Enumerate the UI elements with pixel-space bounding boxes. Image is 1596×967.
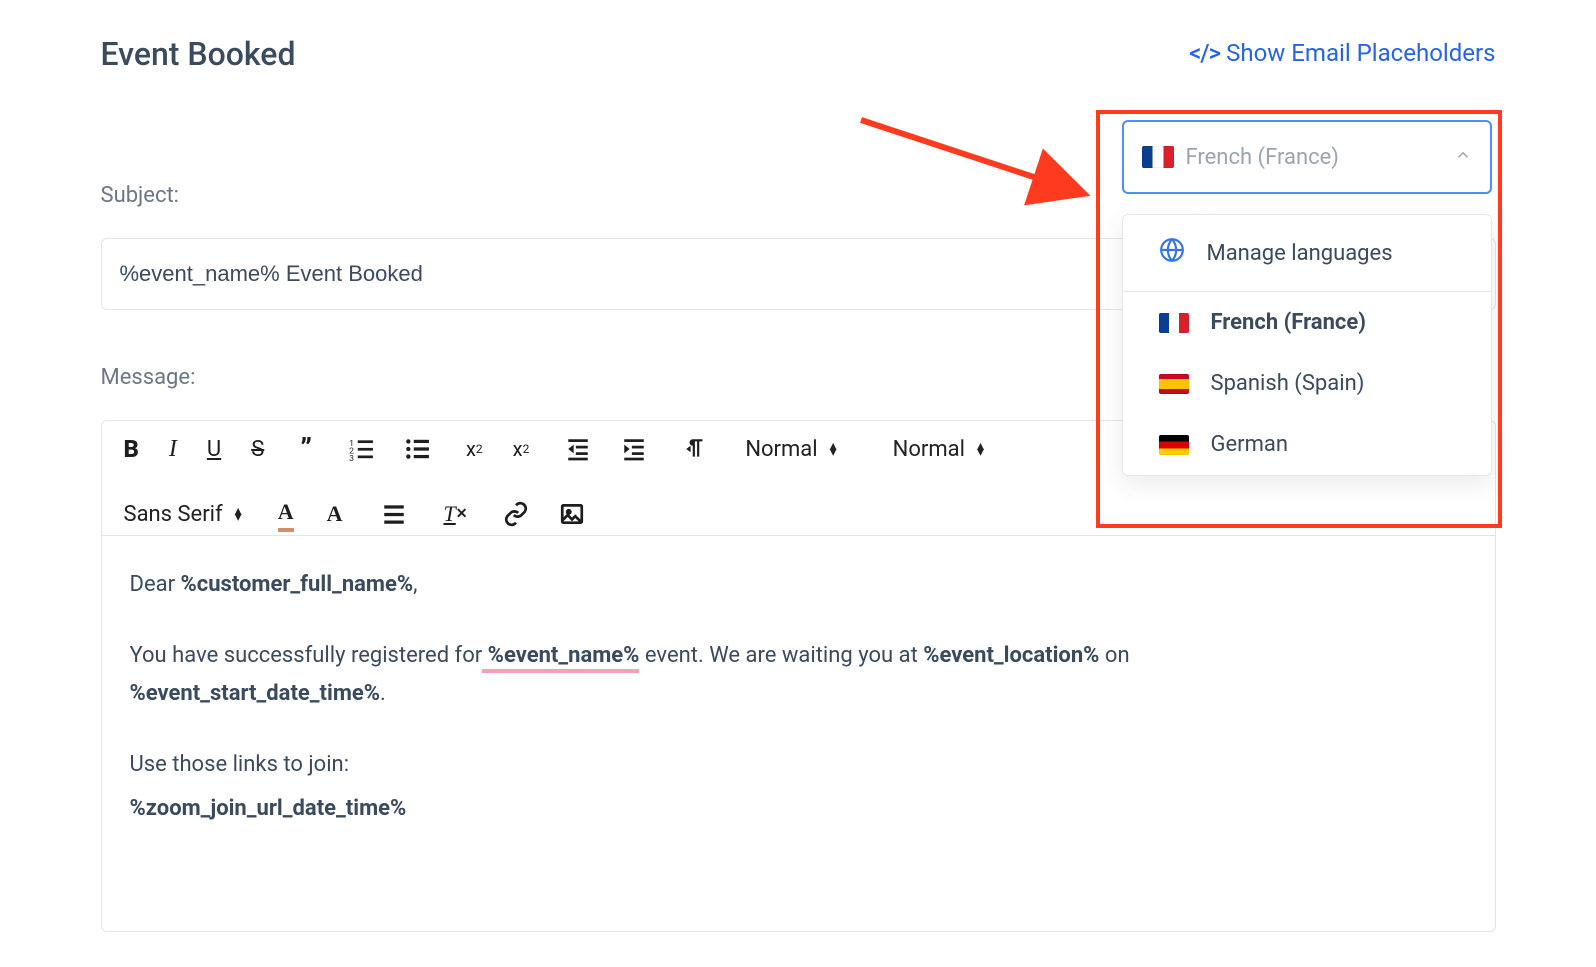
outdent-button[interactable] [565, 436, 591, 462]
clear-formatting-button[interactable]: T✕ [443, 501, 467, 527]
body-text: Use those links to join: [130, 746, 1467, 783]
chevron-up-icon [1454, 146, 1472, 168]
heading-select-label: Normal [745, 437, 817, 462]
ordered-list-button[interactable]: 123 [348, 436, 374, 462]
size-select-label: Normal [893, 437, 965, 462]
indent-button[interactable] [621, 436, 647, 462]
language-option-spanish[interactable]: Spanish (Spain) [1123, 353, 1491, 414]
language-option-german[interactable]: German [1123, 414, 1491, 475]
language-dropdown: Manage languages French (France) Spanish… [1122, 214, 1492, 476]
flag-es-icon [1159, 374, 1189, 394]
language-option-label: German [1211, 432, 1289, 457]
flag-fr-icon [1142, 146, 1174, 168]
font-family-label: Sans Serif [124, 502, 223, 527]
code-icon: </> [1189, 39, 1220, 67]
page-title: Event Booked [101, 35, 296, 73]
blockquote-button[interactable]: ” [300, 444, 312, 454]
heading-select[interactable]: Normal [745, 437, 836, 462]
align-button[interactable] [381, 501, 407, 527]
placeholder-customer-name: %customer_full_name% [180, 572, 413, 597]
text-background-button[interactable]: A [324, 501, 346, 527]
placeholder-event-start: %event_start_date_time% [130, 681, 381, 706]
italic-button[interactable]: I [169, 436, 177, 463]
placeholder-event-location: %event_location% [923, 643, 1099, 668]
language-select[interactable]: French (France) [1122, 120, 1492, 194]
font-family-select[interactable]: Sans Serif [124, 502, 242, 527]
flag-fr-icon [1159, 313, 1189, 333]
flag-de-icon [1159, 435, 1189, 455]
show-email-placeholders-link[interactable]: </> Show Email Placeholders [1189, 39, 1495, 67]
language-option-french[interactable]: French (France) [1123, 292, 1491, 353]
link-button[interactable] [503, 501, 529, 527]
bold-button[interactable]: B [124, 435, 139, 463]
superscript-button[interactable]: x2 [513, 437, 530, 461]
globe-icon [1159, 237, 1185, 269]
unordered-list-button[interactable] [404, 436, 430, 462]
text-color-button[interactable]: A [278, 499, 294, 529]
language-select-placeholder: French (France) [1186, 145, 1454, 170]
body-text: Dear [130, 572, 181, 597]
show-placeholders-label: Show Email Placeholders [1226, 39, 1495, 67]
subscript-button[interactable]: x2 [466, 437, 483, 461]
manage-languages-label: Manage languages [1207, 241, 1393, 266]
language-option-label: French (France) [1211, 310, 1366, 335]
strikethrough-button[interactable]: S [251, 437, 264, 462]
image-button[interactable] [559, 501, 585, 527]
underline-button[interactable]: U [207, 437, 221, 462]
body-text: on [1099, 643, 1129, 668]
body-text: event. We are waiting you at [639, 643, 923, 668]
size-select[interactable]: Normal [893, 437, 984, 462]
placeholder-zoom-url: %zoom_join_url_date_time% [130, 796, 407, 821]
placeholder-event-name: %event_name% [482, 643, 639, 673]
rich-text-editor: B I U S ” 123 x2 x2 [101, 420, 1496, 932]
text-direction-button[interactable] [683, 436, 709, 462]
editor-content[interactable]: Dear %customer_full_name%, You have succ… [102, 536, 1495, 931]
manage-languages-option[interactable]: Manage languages [1123, 215, 1491, 292]
select-caret-icon [235, 506, 242, 522]
select-caret-icon [830, 441, 837, 457]
body-text: You have successfully registered for [130, 643, 483, 668]
select-caret-icon [977, 441, 984, 457]
svg-text:3: 3 [349, 454, 354, 462]
language-option-label: Spanish (Spain) [1211, 371, 1365, 396]
